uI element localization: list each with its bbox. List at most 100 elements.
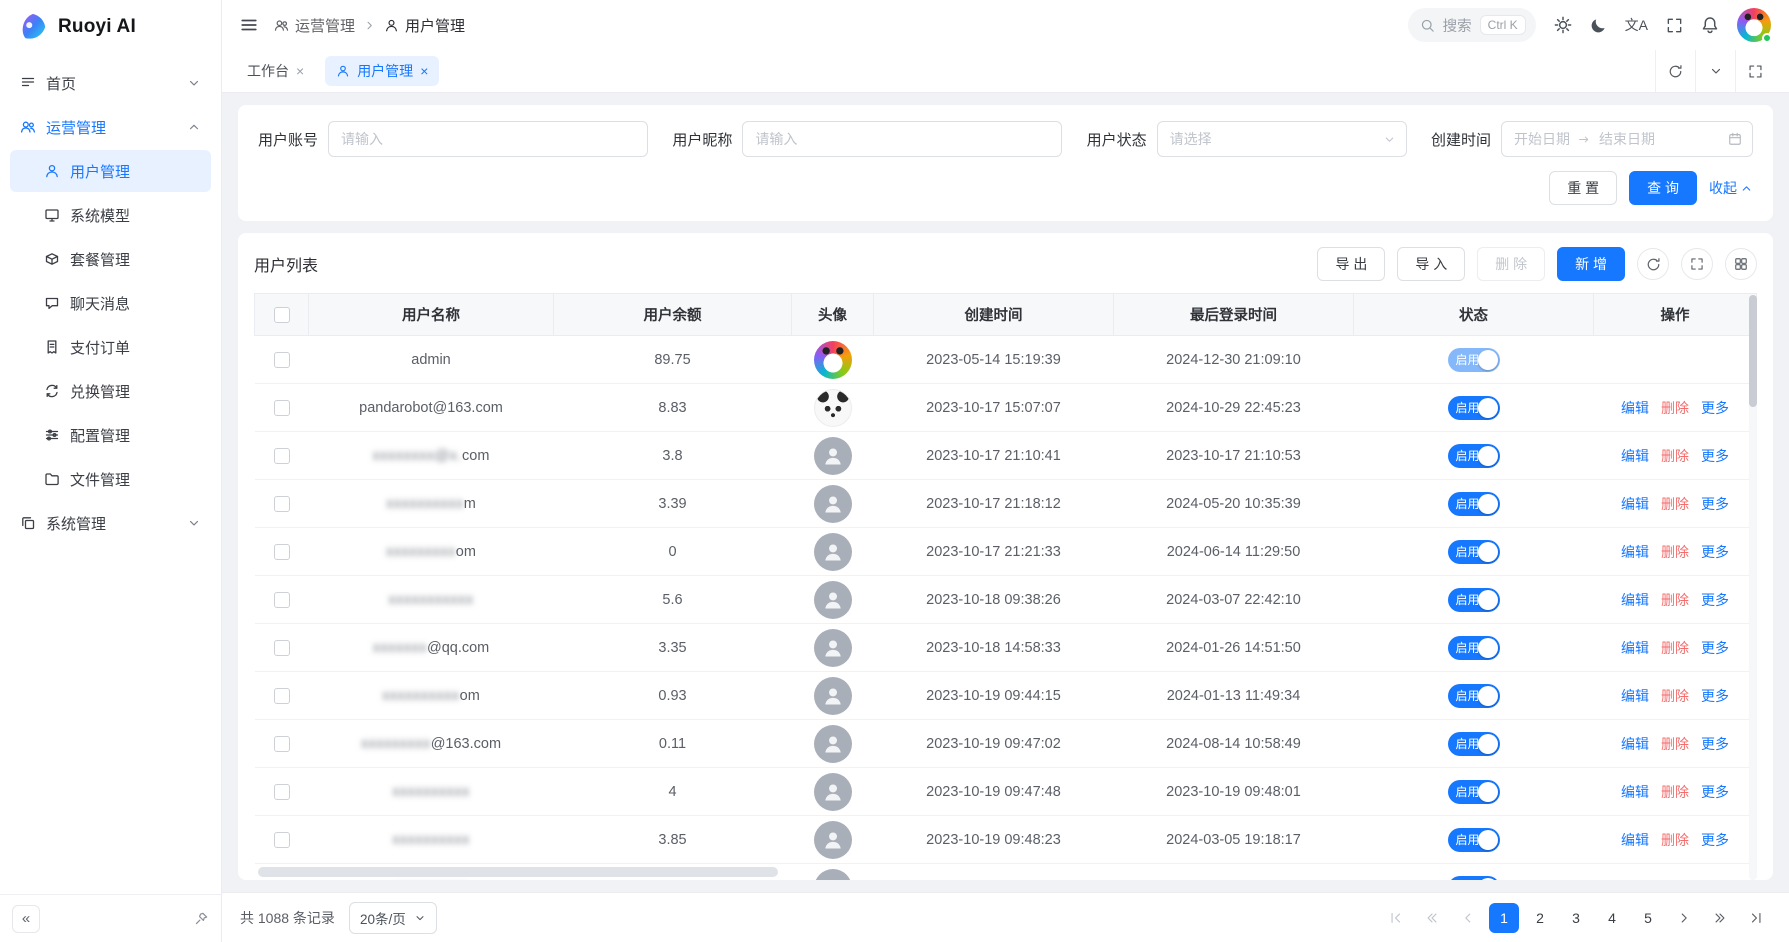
more-link[interactable]: 更多 xyxy=(1701,446,1729,466)
row-checkbox[interactable] xyxy=(274,496,290,512)
status-toggle[interactable]: 启用 xyxy=(1448,444,1500,468)
delete-link[interactable]: 删除 xyxy=(1661,446,1689,466)
vertical-scrollbar-thumb[interactable] xyxy=(1749,295,1757,407)
edit-link[interactable]: 编辑 xyxy=(1621,398,1649,418)
table-fullscreen-button[interactable] xyxy=(1681,248,1713,280)
more-link[interactable]: 更多 xyxy=(1701,542,1729,562)
status-toggle[interactable]: 启用 xyxy=(1448,396,1500,420)
account-input[interactable] xyxy=(328,121,648,157)
more-link[interactable]: 更多 xyxy=(1701,686,1729,706)
status-toggle[interactable]: 启用 xyxy=(1448,492,1500,516)
settings-button[interactable] xyxy=(1554,16,1572,34)
sidebar-item-file-management[interactable]: 文件管理 xyxy=(10,458,211,500)
sidebar-item-system-management[interactable]: 系统管理 xyxy=(10,502,211,544)
page-button-1[interactable]: 1 xyxy=(1489,903,1519,933)
sidebar-item-exchange-management[interactable]: 兑换管理 xyxy=(10,370,211,412)
sidebar-collapse-button[interactable]: « xyxy=(12,905,40,933)
export-button[interactable]: 导 出 xyxy=(1317,247,1385,281)
collapse-filters-link[interactable]: 收起 xyxy=(1709,178,1753,198)
status-toggle[interactable]: 启用 xyxy=(1448,780,1500,804)
close-icon[interactable]: × xyxy=(296,63,304,79)
sidebar-item-user-management[interactable]: 用户管理 xyxy=(10,150,211,192)
status-toggle[interactable]: 启用 xyxy=(1448,348,1500,372)
sidebar-item-package-management[interactable]: 套餐管理 xyxy=(10,238,211,280)
select-all-checkbox[interactable] xyxy=(274,307,290,323)
breadcrumb-item-user-management[interactable]: 用户管理 xyxy=(384,15,465,36)
delete-button[interactable]: 删 除 xyxy=(1477,247,1545,281)
horizontal-scrollbar-thumb[interactable] xyxy=(258,867,778,877)
edit-link[interactable]: 编辑 xyxy=(1621,686,1649,706)
more-link[interactable]: 更多 xyxy=(1701,398,1729,418)
edit-link[interactable]: 编辑 xyxy=(1621,878,1649,881)
row-checkbox[interactable] xyxy=(274,784,290,800)
table-refresh-button[interactable] xyxy=(1637,248,1669,280)
status-toggle[interactable]: 启用 xyxy=(1448,588,1500,612)
row-checkbox[interactable] xyxy=(274,448,290,464)
page-button-2[interactable]: 2 xyxy=(1525,903,1555,933)
status-toggle[interactable]: 启用 xyxy=(1448,540,1500,564)
more-link[interactable]: 更多 xyxy=(1701,638,1729,658)
user-avatar-menu[interactable] xyxy=(1737,8,1771,42)
dark-mode-button[interactable] xyxy=(1590,17,1607,34)
delete-link[interactable]: 删除 xyxy=(1661,686,1689,706)
sidebar-item-chat-messages[interactable]: 聊天消息 xyxy=(10,282,211,324)
more-link[interactable]: 更多 xyxy=(1701,494,1729,514)
more-link[interactable]: 更多 xyxy=(1701,830,1729,850)
edit-link[interactable]: 编辑 xyxy=(1621,446,1649,466)
status-toggle[interactable]: 启用 xyxy=(1448,732,1500,756)
sidebar-item-operations[interactable]: 运营管理 xyxy=(10,106,211,148)
edit-link[interactable]: 编辑 xyxy=(1621,782,1649,802)
edit-link[interactable]: 编辑 xyxy=(1621,638,1649,658)
tab-user-management[interactable]: 用户管理 × xyxy=(325,56,439,86)
import-button[interactable]: 导 入 xyxy=(1397,247,1465,281)
sidebar-item-home[interactable]: 首页 xyxy=(10,62,211,104)
row-checkbox[interactable] xyxy=(274,640,290,656)
more-link[interactable]: 更多 xyxy=(1701,734,1729,754)
tab-refresh-button[interactable] xyxy=(1655,50,1695,92)
sidebar-item-payment-orders[interactable]: 支付订单 xyxy=(10,326,211,368)
status-select[interactable]: 请选择 xyxy=(1157,121,1407,157)
row-checkbox[interactable] xyxy=(274,736,290,752)
delete-link[interactable]: 删除 xyxy=(1661,494,1689,514)
add-button[interactable]: 新 增 xyxy=(1557,247,1625,281)
row-checkbox[interactable] xyxy=(274,832,290,848)
column-settings-button[interactable] xyxy=(1725,248,1757,280)
nickname-input[interactable] xyxy=(742,121,1062,157)
tab-fullscreen-button[interactable] xyxy=(1735,50,1775,92)
app-logo[interactable]: Ruoyi AI xyxy=(0,0,221,54)
page-button-3[interactable]: 3 xyxy=(1561,903,1591,933)
page-size-select[interactable]: 20条/页 xyxy=(349,902,437,934)
hamburger-menu-icon[interactable] xyxy=(240,16,258,34)
row-checkbox[interactable] xyxy=(274,352,290,368)
next-10-pages-button[interactable] xyxy=(1705,903,1735,933)
edit-link[interactable]: 编辑 xyxy=(1621,590,1649,610)
close-icon[interactable]: × xyxy=(420,63,428,79)
breadcrumb-item-operations[interactable]: 运营管理 xyxy=(274,15,355,36)
page-button-5[interactable]: 5 xyxy=(1633,903,1663,933)
notifications-button[interactable] xyxy=(1701,16,1719,34)
more-link[interactable]: 更多 xyxy=(1701,782,1729,802)
row-checkbox[interactable] xyxy=(274,592,290,608)
delete-link[interactable]: 删除 xyxy=(1661,398,1689,418)
status-toggle[interactable]: 启用 xyxy=(1448,828,1500,852)
row-checkbox[interactable] xyxy=(274,688,290,704)
tab-workbench[interactable]: 工作台 × xyxy=(236,56,315,86)
delete-link[interactable]: 删除 xyxy=(1661,638,1689,658)
edit-link[interactable]: 编辑 xyxy=(1621,542,1649,562)
delete-link[interactable]: 删除 xyxy=(1661,734,1689,754)
more-link[interactable]: 更多 xyxy=(1701,590,1729,610)
delete-link[interactable]: 删除 xyxy=(1661,590,1689,610)
status-toggle[interactable]: 启用 xyxy=(1448,876,1500,881)
delete-link[interactable]: 删除 xyxy=(1661,782,1689,802)
delete-link[interactable]: 删除 xyxy=(1661,542,1689,562)
delete-link[interactable]: 删除 xyxy=(1661,830,1689,850)
page-button-4[interactable]: 4 xyxy=(1597,903,1627,933)
pin-icon[interactable] xyxy=(194,911,209,926)
delete-link[interactable]: 删除 xyxy=(1661,878,1689,881)
global-search[interactable]: 搜索 Ctrl K xyxy=(1408,8,1536,42)
sidebar-item-system-model[interactable]: 系统模型 xyxy=(10,194,211,236)
edit-link[interactable]: 编辑 xyxy=(1621,734,1649,754)
more-link[interactable]: 更多 xyxy=(1701,878,1729,881)
edit-link[interactable]: 编辑 xyxy=(1621,494,1649,514)
prev-page-button[interactable] xyxy=(1453,903,1483,933)
